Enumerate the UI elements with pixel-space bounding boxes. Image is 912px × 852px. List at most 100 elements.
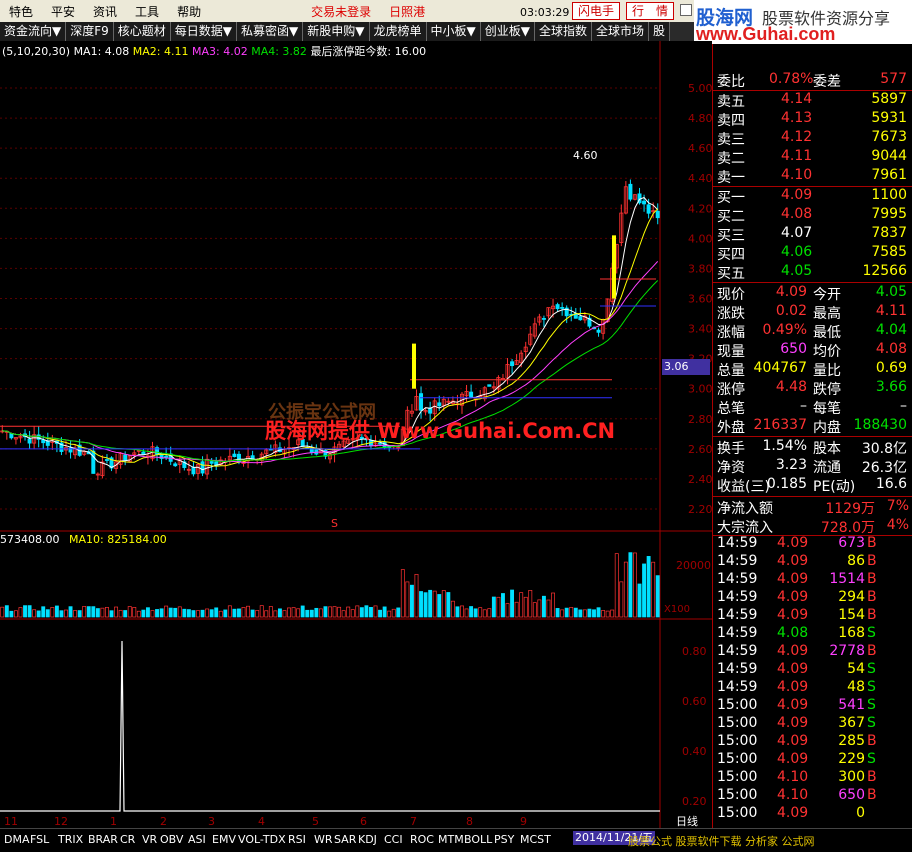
trade-login-status[interactable]: 交易未登录	[302, 3, 380, 20]
indicator-tab[interactable]: BOLL	[464, 833, 492, 846]
indicator-tab[interactable]: VOL-TDX	[238, 833, 286, 846]
tick-price: 4.09	[777, 535, 809, 551]
volume-bar	[501, 593, 505, 618]
volume-bar	[86, 606, 91, 618]
tab-gem-board[interactable]: 创业板▼	[480, 22, 535, 41]
volume-bar	[314, 607, 319, 618]
stat-value-2: 4.11	[875, 303, 907, 319]
stat-value-2: 188430	[853, 417, 907, 433]
volume-bar	[592, 609, 596, 618]
tick-price: 4.09	[777, 589, 809, 605]
candle-body	[91, 450, 96, 474]
volume-bar	[541, 595, 546, 618]
finance-label-2: 流通	[813, 460, 841, 476]
order-ratio-row: 委比 0.78% 委差 577	[713, 71, 912, 90]
quote-button[interactable]: 行 情	[626, 2, 674, 20]
tick-side: S	[867, 679, 876, 695]
finance-value-2: 16.6	[875, 476, 907, 492]
indicator-tab[interactable]: VR	[142, 833, 157, 846]
bid-volume: 7837	[871, 225, 907, 241]
tick-side: B	[867, 733, 877, 749]
indicator-tab[interactable]: KDJ	[358, 833, 377, 846]
indicator-tab[interactable]: MCST	[520, 833, 551, 846]
tab-ipo[interactable]: 新股申购▼	[303, 22, 370, 41]
indicator-tab[interactable]: BRAR	[88, 833, 118, 846]
volume-bar	[91, 606, 96, 618]
tab-dragon-tiger[interactable]: 龙虎榜单	[369, 22, 427, 41]
volume-bar	[209, 609, 214, 618]
menu-item-tools[interactable]: 工具	[126, 3, 168, 20]
volume-bar	[655, 575, 660, 618]
indicator-tab[interactable]: TRIX	[58, 833, 83, 846]
menu-item-help[interactable]: 帮助	[168, 3, 210, 20]
indicator-tab[interactable]: OBV	[160, 833, 183, 846]
ask-price: 4.12	[781, 129, 813, 145]
tick-side: S	[867, 625, 876, 641]
tick-price: 4.10	[777, 769, 809, 785]
indicator-tab[interactable]: ASI	[188, 833, 206, 846]
indicator-tab[interactable]: DMA	[4, 833, 30, 846]
ask-row: 卖二 4.11 9044	[713, 148, 912, 167]
ma-params: (5,10,20,30)	[2, 45, 71, 58]
tab-capital-flow[interactable]: 资金流向▼	[0, 22, 67, 41]
quote-panel: 委比 0.78% 委差 577 卖五 4.14 5897 卖四 4.13 593…	[712, 44, 912, 828]
ask-row: 卖一 4.10 7961	[713, 167, 912, 186]
indicator-tab[interactable]: CR	[120, 833, 135, 846]
quote-stat-row: 外盘 216337 内盘 188430	[713, 417, 912, 436]
indicator-tab[interactable]: WR	[314, 833, 333, 846]
tab-private-letter[interactable]: 私募密函▼	[237, 22, 304, 41]
indicator-tab[interactable]: MTM	[438, 833, 464, 846]
volume-y-tick: 20000	[676, 559, 711, 572]
stat-value-2: 3.66	[875, 379, 907, 395]
chart-area[interactable]: 5.004.804.604.404.204.003.803.603.403.20…	[0, 41, 712, 828]
volume-bar	[359, 607, 364, 618]
stat-value-2: 4.04	[875, 322, 907, 338]
menu-item-special[interactable]: 特色	[0, 3, 42, 20]
volume-bar	[277, 608, 282, 618]
tab-daily-data[interactable]: 每日数据▼	[170, 22, 238, 41]
indicator-tab[interactable]: EMV	[212, 833, 236, 846]
volume-bar	[173, 607, 178, 618]
indicator-tab[interactable]: SAR	[334, 833, 356, 846]
volume-bar	[455, 606, 460, 618]
volume-bar	[305, 609, 310, 618]
finance-row: 换手 1.54% 股本 30.8亿	[713, 438, 912, 457]
ask-label: 卖二	[717, 151, 745, 167]
stat-label-2: 最高	[813, 306, 841, 322]
menu-item-news[interactable]: 资讯	[84, 3, 126, 20]
volume-bar	[446, 592, 451, 618]
tick-row: 14:59 4.09 673 B	[713, 535, 912, 553]
tab-core-topic[interactable]: 核心题材	[113, 22, 171, 41]
flash-trade-button[interactable]: 闪电手	[572, 2, 620, 20]
toolbar-checkbox[interactable]	[680, 4, 692, 16]
tick-price: 4.09	[777, 571, 809, 587]
indicator-tab[interactable]: ROC	[410, 833, 434, 846]
tab-sme-board[interactable]: 中小板▼	[426, 22, 481, 41]
tab-global-market[interactable]: 全球市场	[592, 22, 650, 41]
volume-bar	[628, 552, 633, 618]
bid-volume: 7995	[871, 206, 907, 222]
footer-ad[interactable]: 股票公式 股票软件下载 分析家 公式网	[628, 833, 815, 849]
indicator-tab[interactable]: CCI	[384, 833, 403, 846]
tick-volume: 285	[838, 733, 865, 749]
volume-bar	[300, 605, 305, 618]
bid-price: 4.08	[781, 206, 813, 222]
volume-bar	[364, 605, 369, 618]
menu-item-pingan[interactable]: 平安	[42, 3, 84, 20]
finance-row: 净资 3.23 流通 26.3亿	[713, 457, 912, 476]
volume-bar	[186, 609, 191, 618]
indicator-tab[interactable]: PSY	[494, 833, 514, 846]
candle-body	[173, 463, 178, 467]
tick-side: B	[867, 787, 877, 803]
tab-global-index[interactable]: 全球指数	[534, 22, 592, 41]
tab-stock[interactable]: 股	[649, 22, 671, 41]
x-axis-label: 8	[466, 815, 473, 828]
tab-depth-f9[interactable]: 深度F9	[66, 22, 114, 41]
volume-bar	[191, 610, 196, 618]
candle-body	[209, 461, 214, 464]
indicator-tab[interactable]: RSI	[288, 833, 306, 846]
stat-label: 总笔	[717, 401, 745, 417]
volume-bar	[573, 607, 578, 618]
volume-bar	[382, 606, 387, 618]
indicator-tab[interactable]: FSL	[30, 833, 49, 846]
